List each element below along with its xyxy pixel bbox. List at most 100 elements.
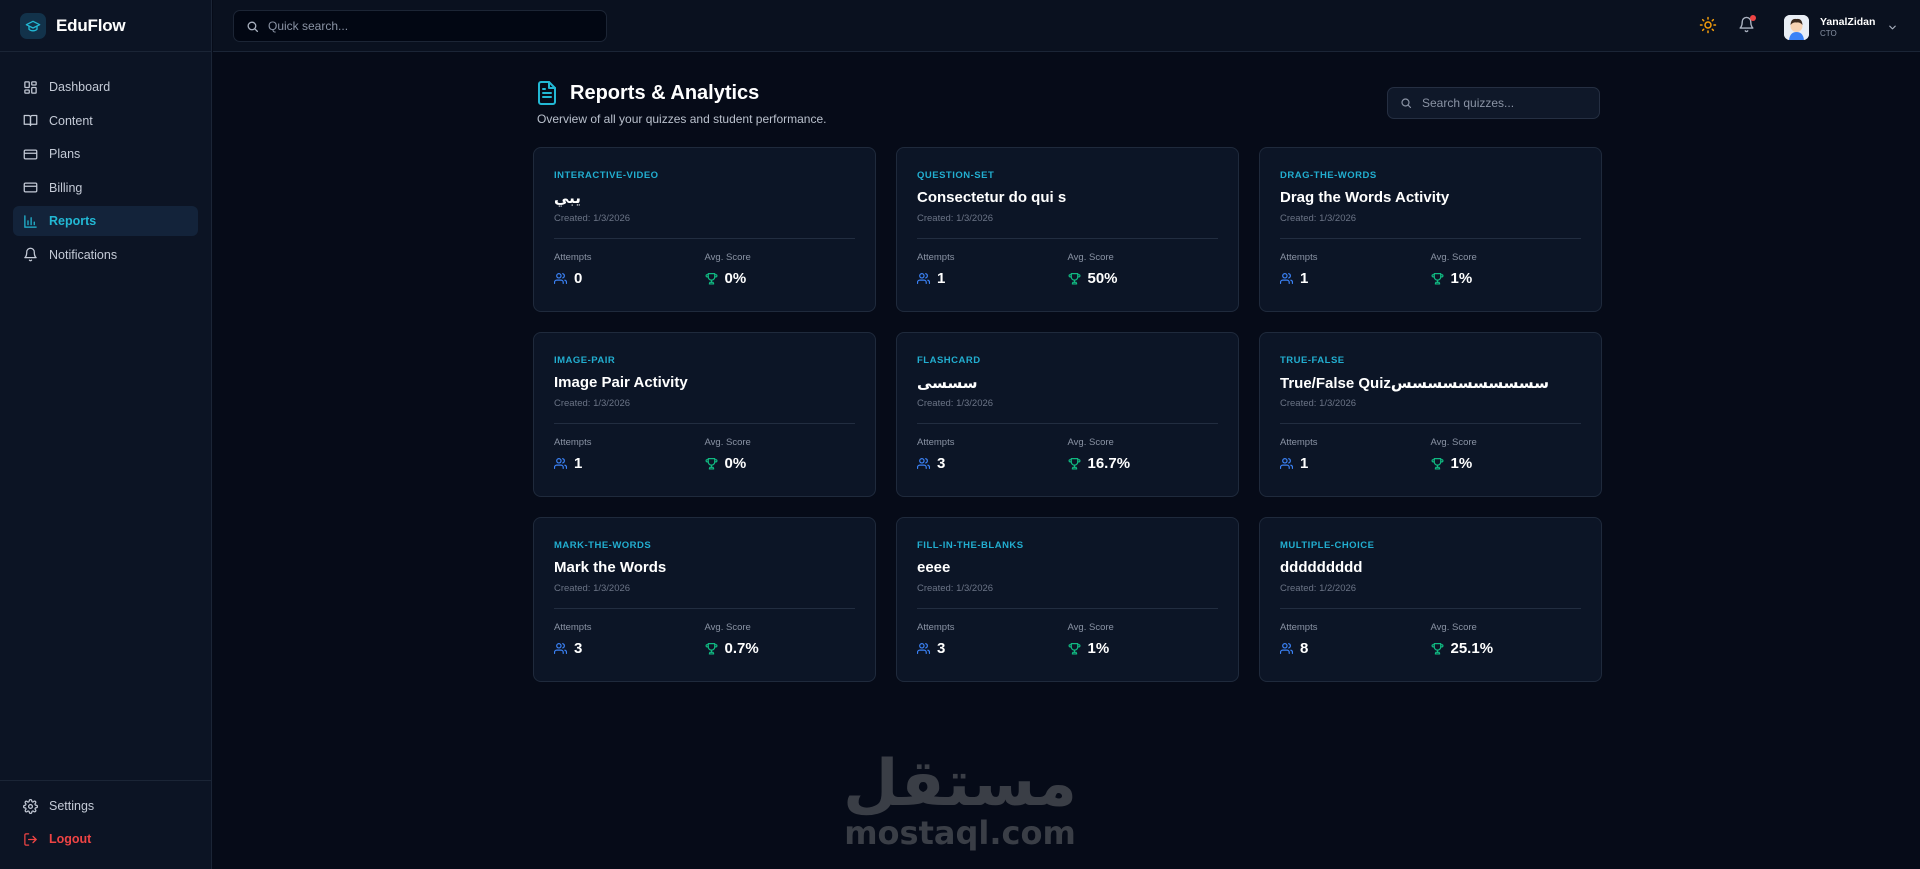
- attempts-label: Attempts: [917, 622, 955, 633]
- card-divider: [1280, 423, 1581, 424]
- quiz-stats: Attempts 8 Avg. Score 25.1%: [1280, 622, 1581, 657]
- notifications-button[interactable]: [1738, 15, 1756, 38]
- quiz-stats: Attempts 1 Avg. Score 50%: [917, 252, 1218, 287]
- attempts-stat: Attempts 3: [554, 622, 705, 657]
- attempts-stat: Attempts 0: [554, 252, 705, 287]
- sidebar-item-plans[interactable]: Plans: [13, 139, 198, 169]
- quiz-title: ddddddddd: [1280, 559, 1363, 576]
- quiz-created-date: Created: 1/3/2026: [917, 398, 994, 409]
- attempts-value-row: 3: [554, 640, 705, 657]
- users-icon: [554, 458, 567, 469]
- avg-score-value-row: 1%: [1430, 270, 1582, 287]
- user-menu[interactable]: YanalZidan CTO: [1784, 14, 1898, 40]
- attempts-stat: Attempts 8: [1280, 622, 1431, 657]
- sidebar-item-reports[interactable]: Reports: [13, 206, 198, 236]
- quiz-created-date: Created: 1/3/2026: [1280, 398, 1357, 409]
- attempts-stat: Attempts 1: [917, 252, 1068, 287]
- avg-score-value-row: 1%: [1430, 455, 1582, 472]
- avg-score-value: 0%: [724, 270, 747, 287]
- quiz-stats: Attempts 1 Avg. Score 0%: [554, 437, 855, 472]
- quiz-search[interactable]: [1387, 87, 1600, 119]
- avg-score-label: Avg. Score: [1067, 622, 1114, 633]
- attempts-value-row: 1: [1280, 455, 1431, 472]
- users-icon: [554, 273, 567, 284]
- quiz-title: يبي: [554, 190, 581, 207]
- avg-score-value: 16.7%: [1087, 455, 1131, 472]
- avg-score-stat: Avg. Score 1%: [1431, 252, 1582, 287]
- quiz-created-date: Created: 1/3/2026: [1280, 213, 1357, 224]
- users-icon: [917, 458, 930, 469]
- avg-score-value: 1%: [1450, 270, 1473, 287]
- quiz-type: IMAGE-PAIR: [554, 355, 616, 366]
- quiz-card[interactable]: QUESTION-SET Consectetur do qui s Create…: [896, 147, 1239, 312]
- attempts-value-row: 0: [554, 270, 705, 287]
- attempts-stat: Attempts 1: [1280, 252, 1431, 287]
- quiz-card[interactable]: TRUE-FALSE True/False Quizسسسسسسسسسس Cre…: [1259, 332, 1602, 497]
- avg-score-value: 50%: [1087, 270, 1118, 287]
- trophy-icon: [704, 643, 718, 655]
- attempts-label: Attempts: [554, 437, 592, 448]
- watermark-latin: mostaql.com: [844, 814, 1076, 852]
- brand[interactable]: EduFlow: [0, 0, 211, 52]
- users-icon: [1280, 458, 1293, 469]
- search-icon: [1401, 98, 1412, 109]
- quiz-card[interactable]: MARK-THE-WORDS Mark the Words Created: 1…: [533, 517, 876, 682]
- attempts-value: 1: [1300, 270, 1309, 287]
- card-divider: [554, 423, 855, 424]
- avg-score-value: 0.7%: [724, 640, 759, 657]
- avg-score-stat: Avg. Score 1%: [1431, 437, 1582, 472]
- quiz-stats: Attempts 1 Avg. Score 1%: [1280, 437, 1581, 472]
- attempts-value-row: 1: [1280, 270, 1431, 287]
- avg-score-value-row: 0%: [704, 455, 856, 472]
- avg-score-value-row: 0.7%: [704, 640, 856, 657]
- sidebar-item-content[interactable]: Content: [13, 106, 198, 136]
- watermark-arabic: مستقل: [842, 747, 1078, 821]
- quick-search[interactable]: [233, 10, 607, 42]
- document-icon: [535, 80, 559, 111]
- avg-score-value-row: 1%: [1067, 640, 1219, 657]
- quiz-card[interactable]: FLASHCARD سسسى Created: 1/3/2026 Attempt…: [896, 332, 1239, 497]
- attempts-label: Attempts: [1280, 252, 1318, 263]
- attempts-value-row: 3: [917, 640, 1068, 657]
- quiz-card[interactable]: MULTIPLE-CHOICE ddddddddd Created: 1/2/2…: [1259, 517, 1602, 682]
- quiz-card[interactable]: IMAGE-PAIR Image Pair Activity Created: …: [533, 332, 876, 497]
- quiz-card[interactable]: INTERACTIVE-VIDEO يبي Created: 1/3/2026 …: [533, 147, 876, 312]
- trophy-icon: [704, 273, 718, 285]
- avg-score-label: Avg. Score: [704, 252, 751, 263]
- quick-search-input[interactable]: [268, 19, 568, 33]
- card-divider: [917, 423, 1218, 424]
- avg-score-stat: Avg. Score 0.7%: [705, 622, 856, 657]
- attempts-label: Attempts: [917, 252, 955, 263]
- page-subtitle: Overview of all your quizzes and student…: [537, 112, 827, 126]
- quiz-type: TRUE-FALSE: [1280, 355, 1345, 366]
- avg-score-value-row: 16.7%: [1067, 455, 1219, 472]
- quiz-card[interactable]: FILL-IN-THE-BLANKS eeee Created: 1/3/202…: [896, 517, 1239, 682]
- sidebar-item-notifications[interactable]: Notifications: [13, 240, 198, 270]
- sidebar-item-billing[interactable]: Billing: [13, 173, 198, 203]
- user-role: CTO: [1820, 28, 1837, 38]
- users-icon: [917, 643, 930, 654]
- avg-score-value: 0%: [724, 455, 747, 472]
- avg-score-stat: Avg. Score 0%: [705, 252, 856, 287]
- attempts-value-row: 8: [1280, 640, 1431, 657]
- avg-score-label: Avg. Score: [704, 622, 751, 633]
- sidebar-item-dashboard[interactable]: Dashboard: [13, 72, 198, 102]
- avg-score-stat: Avg. Score 1%: [1068, 622, 1219, 657]
- card-divider: [1280, 238, 1581, 239]
- quiz-title: Drag the Words Activity: [1280, 189, 1450, 206]
- avg-score-label: Avg. Score: [1430, 437, 1477, 448]
- quiz-card[interactable]: DRAG-THE-WORDS Drag the Words Activity C…: [1259, 147, 1602, 312]
- quiz-search-input[interactable]: [1422, 96, 1592, 110]
- attempts-stat: Attempts 1: [1280, 437, 1431, 472]
- trophy-icon: [1430, 643, 1444, 655]
- avg-score-value: 1%: [1450, 455, 1473, 472]
- sidebar-item-label: Dashboard: [49, 80, 111, 94]
- attempts-stat: Attempts 3: [917, 622, 1068, 657]
- avg-score-value: 25.1%: [1450, 640, 1494, 657]
- quiz-type: INTERACTIVE-VIDEO: [554, 170, 659, 181]
- attempts-stat: Attempts 3: [917, 437, 1068, 472]
- theme-toggle-button[interactable]: [1699, 16, 1717, 39]
- search-icon: [247, 21, 259, 32]
- sidebar-item-label: Content: [49, 113, 93, 128]
- attempts-label: Attempts: [917, 437, 955, 448]
